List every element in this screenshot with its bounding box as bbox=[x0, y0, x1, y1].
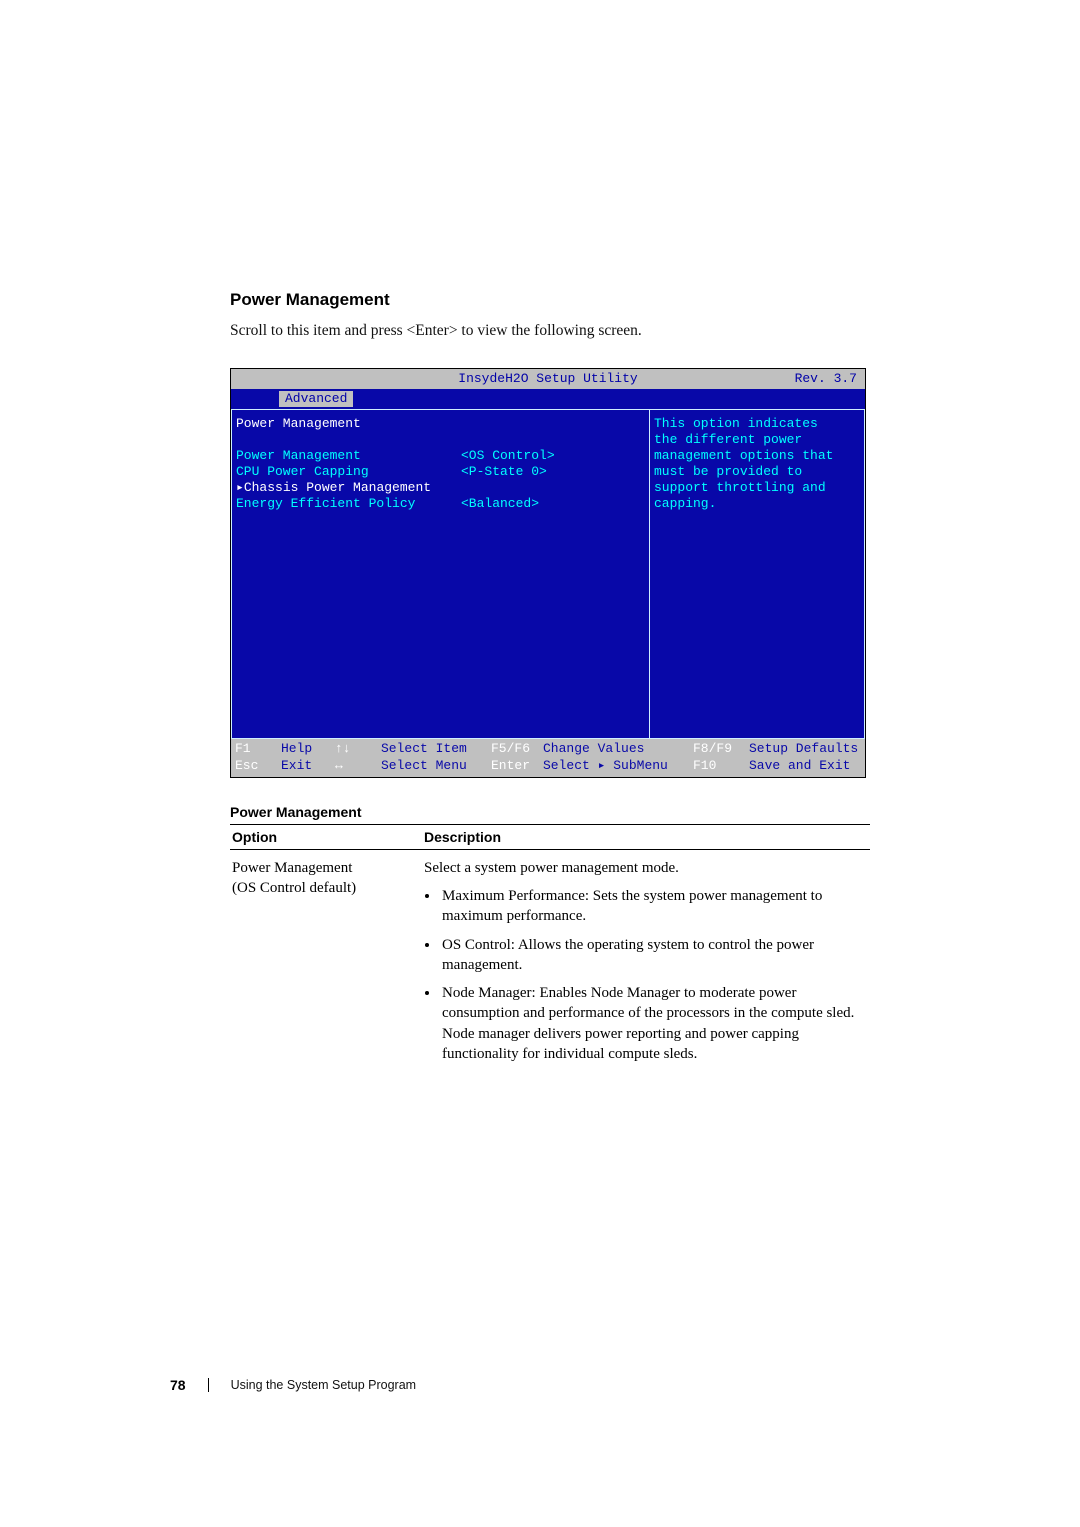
bios-value-chassis bbox=[461, 480, 647, 496]
keyhint-key: Esc bbox=[235, 758, 281, 774]
footer-divider-icon bbox=[208, 1378, 209, 1392]
keyhint-key: F1 bbox=[235, 741, 281, 757]
bios-help-line: This option indicates bbox=[654, 416, 860, 432]
keyhint-label: Select Menu bbox=[381, 758, 491, 774]
bios-tab-row: Advanced bbox=[231, 389, 865, 409]
keyhint-key: Enter bbox=[491, 758, 543, 774]
col-head-option: Option bbox=[230, 824, 422, 849]
keyhint-key: ↔ bbox=[335, 758, 381, 774]
keyhint-label: Exit bbox=[281, 758, 335, 774]
keyhint-key: ↑↓ bbox=[335, 741, 381, 757]
bios-item-power-management: Power Management bbox=[236, 448, 455, 464]
bios-value-power-management: <OS Control> bbox=[461, 448, 647, 464]
description-bullet: OS Control: Allows the operating system … bbox=[440, 935, 868, 976]
bios-value-cpu-power-capping: <P-State 0> bbox=[461, 464, 647, 480]
bios-title: InsydeH2O Setup Utility bbox=[458, 371, 637, 387]
option-name: Power Management bbox=[232, 858, 420, 878]
keyhint-key: F10 bbox=[693, 758, 749, 774]
bios-submenu-title: Power Management bbox=[236, 416, 455, 432]
description-intro: Select a system power management mode. bbox=[424, 858, 868, 878]
bios-titlebar: InsydeH2O Setup Utility Rev. 3.7 bbox=[231, 369, 865, 389]
keyhint-label: Select Item bbox=[381, 741, 491, 757]
bios-help-line: capping. bbox=[654, 496, 860, 512]
keyhint-key: F5/F6 bbox=[491, 741, 543, 757]
bios-keyhints: F1 Help ↑↓ Select Item F5/F6 Change Valu… bbox=[231, 739, 865, 777]
bios-help-line: management options that bbox=[654, 448, 860, 464]
option-default: (OS Control default) bbox=[232, 878, 420, 898]
bios-revision: Rev. 3.7 bbox=[795, 371, 857, 387]
option-cell: Power Management (OS Control default) bbox=[230, 849, 422, 1076]
keyhint-label: Change Values bbox=[543, 741, 693, 757]
bios-value-energy-policy: <Balanced> bbox=[461, 496, 647, 512]
bios-value-column: <OS Control> <P-State 0> <Balanced> bbox=[459, 409, 649, 739]
bios-item-cpu-power-capping: CPU Power Capping bbox=[236, 464, 455, 480]
bios-help-line: the different power bbox=[654, 432, 860, 448]
bios-help-line: must be provided to bbox=[654, 464, 860, 480]
keyhint-label: Select ▸ SubMenu bbox=[543, 758, 693, 774]
table-title: Power Management bbox=[230, 804, 870, 820]
keyhint-label: Setup Defaults bbox=[749, 741, 861, 757]
bios-help-column: This option indicates the different powe… bbox=[649, 409, 865, 739]
bios-item-energy-efficient-policy: Energy Efficient Policy bbox=[236, 496, 455, 512]
footer-chapter: Using the System Setup Program bbox=[231, 1378, 417, 1392]
bios-help-line: support throttling and bbox=[654, 480, 860, 496]
page-footer: 78 Using the System Setup Program bbox=[170, 1377, 416, 1393]
col-head-description: Description bbox=[422, 824, 870, 849]
description-bullet: Node Manager: Enables Node Manager to mo… bbox=[440, 983, 868, 1064]
keyhint-label: Save and Exit bbox=[749, 758, 861, 774]
bios-screenshot: InsydeH2O Setup Utility Rev. 3.7 Advance… bbox=[230, 368, 866, 778]
tab-advanced: Advanced bbox=[279, 391, 353, 407]
keyhint-label: Help bbox=[281, 741, 335, 757]
table-row: Power Management (OS Control default) Se… bbox=[230, 849, 870, 1076]
description-bullet: Maximum Performance: Sets the system pow… bbox=[440, 886, 868, 927]
options-table: Option Description Power Management (OS … bbox=[230, 824, 870, 1076]
keyhint-key: F8/F9 bbox=[693, 741, 749, 757]
page-number: 78 bbox=[170, 1377, 186, 1393]
bios-item-chassis-power-management: ▸Chassis Power Management bbox=[236, 480, 455, 496]
bios-menu-column: Power Management Power Management CPU Po… bbox=[231, 409, 459, 739]
section-heading: Power Management bbox=[230, 290, 870, 310]
description-cell: Select a system power management mode. M… bbox=[422, 849, 870, 1076]
section-intro: Scroll to this item and press <Enter> to… bbox=[230, 322, 870, 340]
